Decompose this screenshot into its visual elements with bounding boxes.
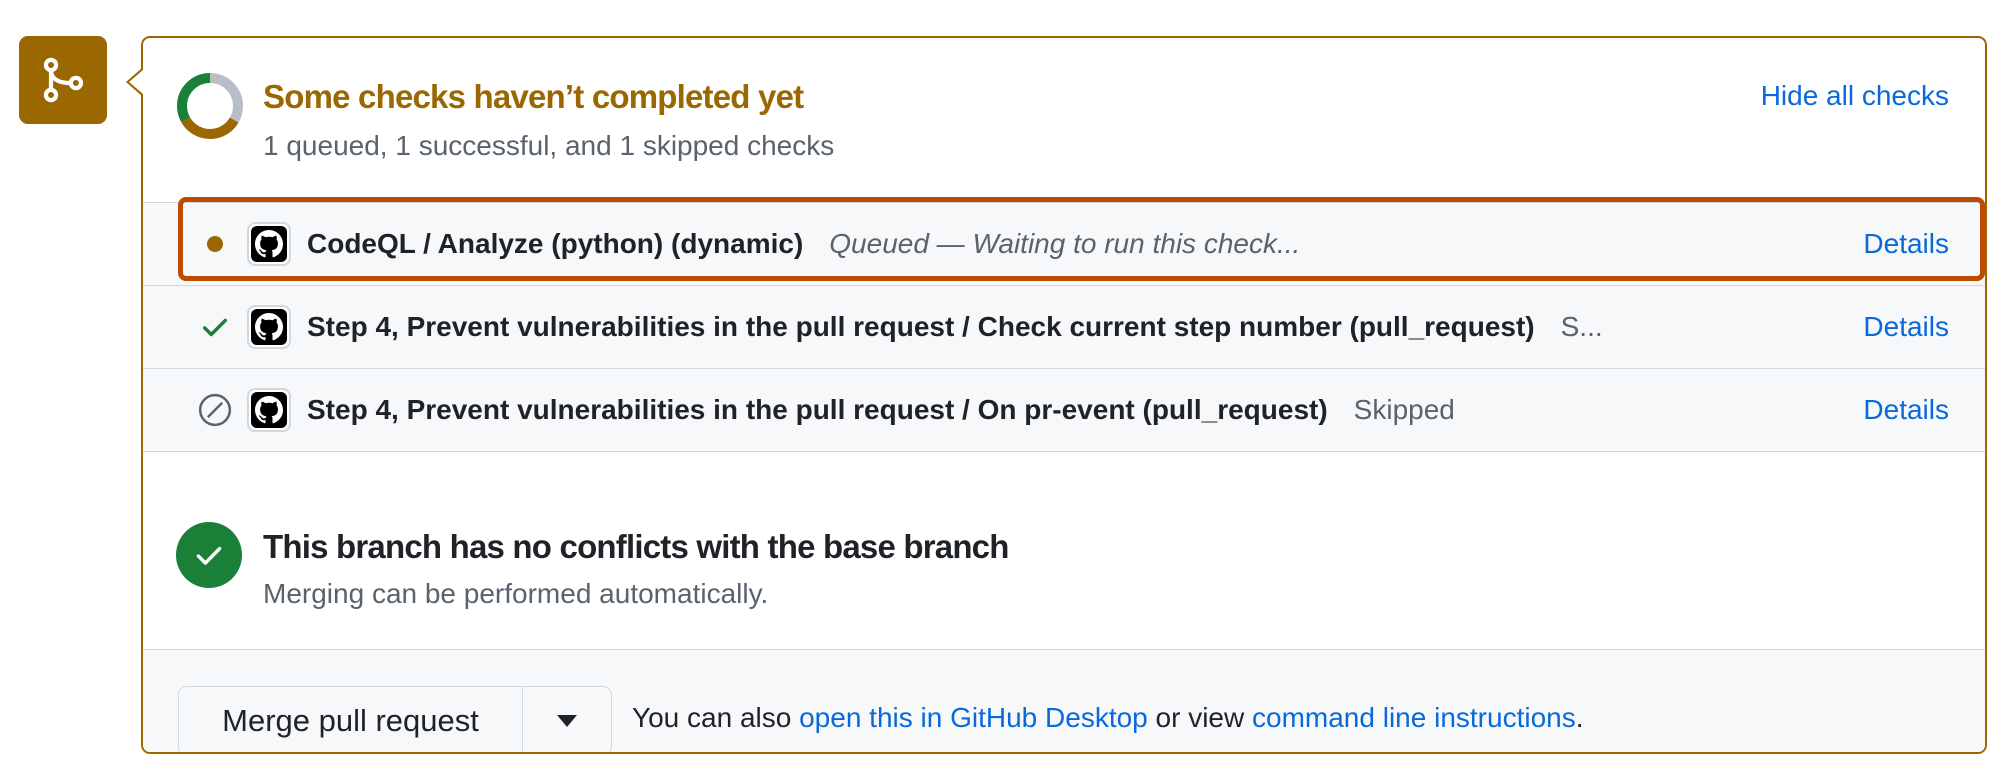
conflicts-title: This branch has no conflicts with the ba… <box>263 528 1009 565</box>
merge-method-dropdown[interactable] <box>523 687 611 752</box>
details-link[interactable]: Details <box>1863 228 1949 260</box>
merge-box: Some checks haven’t completed yet 1 queu… <box>141 36 1987 754</box>
merge-button-group: Merge pull request <box>178 686 612 752</box>
details-link[interactable]: Details <box>1863 394 1949 426</box>
check-row: Step 4, Prevent vulnerabilities in the p… <box>143 369 1985 452</box>
panel-caret-inner <box>129 70 143 94</box>
details-link[interactable]: Details <box>1863 311 1949 343</box>
merge-note-suffix: . <box>1575 702 1584 733</box>
checks-summary: Some checks haven’t completed yet 1 queu… <box>143 38 1985 202</box>
merge-alternatives-note: You can also open this in GitHub Desktop… <box>632 702 1584 734</box>
check-status: S... <box>1560 311 1603 342</box>
github-desktop-link[interactable]: open this in GitHub Desktop <box>799 702 1148 733</box>
skipped-icon <box>193 388 237 432</box>
check-row: Step 4, Prevent vulnerabilities in the p… <box>143 286 1985 369</box>
merge-actions: Merge pull request You can also open thi… <box>143 650 1985 752</box>
merge-note-prefix: You can also <box>632 702 792 733</box>
github-octocat-icon <box>247 222 291 266</box>
check-circle-icon <box>176 522 242 588</box>
check-name: CodeQL / Analyze (python) (dynamic) <box>307 228 804 259</box>
checks-subtitle: 1 queued, 1 successful, and 1 skipped ch… <box>263 130 835 161</box>
triangle-down-icon <box>557 715 577 727</box>
check-name: Step 4, Prevent vulnerabilities in the p… <box>307 394 1328 425</box>
check-name: Step 4, Prevent vulnerabilities in the p… <box>307 311 1535 342</box>
queued-dot-icon <box>193 222 237 266</box>
checks-donut-chart <box>177 73 243 139</box>
merge-note-middle: or view <box>1155 702 1245 733</box>
hide-all-checks-link[interactable]: Hide all checks <box>1761 80 1949 112</box>
check-status: Skipped <box>1353 394 1455 425</box>
check-status: Queued — Waiting to run this check... <box>829 228 1301 259</box>
git-merge-icon <box>43 57 84 103</box>
git-merge-icon-badge <box>19 36 107 124</box>
github-octocat-icon <box>247 388 291 432</box>
conflicts-subtitle: Merging can be performed automatically. <box>263 578 769 609</box>
command-line-instructions-link[interactable]: command line instructions <box>1252 702 1576 733</box>
github-octocat-icon <box>247 305 291 349</box>
merge-pull-request-button[interactable]: Merge pull request <box>179 687 523 752</box>
checks-title: Some checks haven’t completed yet <box>263 78 804 115</box>
check-icon <box>193 305 237 349</box>
checks-list: CodeQL / Analyze (python) (dynamic) Queu… <box>143 202 1985 452</box>
check-row: CodeQL / Analyze (python) (dynamic) Queu… <box>143 203 1985 286</box>
conflicts-status: This branch has no conflicts with the ba… <box>143 486 1985 650</box>
